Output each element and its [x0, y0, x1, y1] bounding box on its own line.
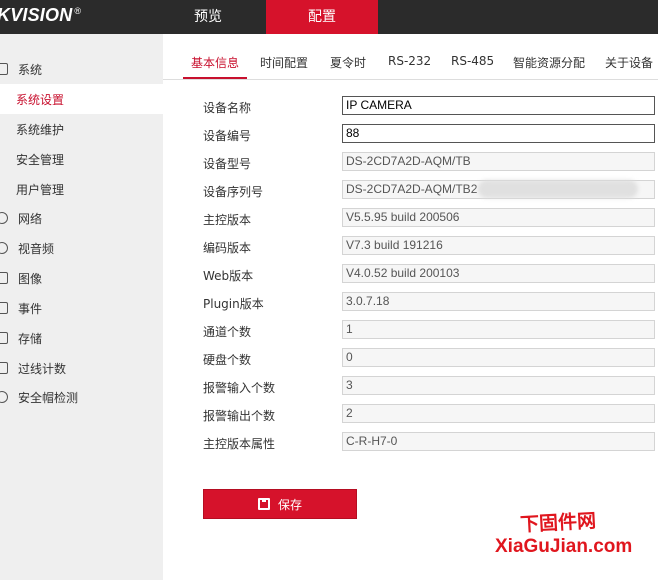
field-label: 硬盘个数	[203, 353, 252, 367]
storage-icon	[0, 332, 8, 344]
sidebar-item-label: 网络	[18, 211, 43, 226]
sidebar-item-line-count[interactable]: 过线计数	[0, 353, 163, 383]
watermark-url: XiaGuJian.com	[495, 536, 633, 557]
field-label: 通道个数	[203, 325, 252, 339]
serial-redaction-blur	[478, 180, 638, 198]
device-number-input[interactable]: 88	[342, 124, 655, 143]
nav-tab-config[interactable]: 配置	[266, 0, 378, 34]
nav-tab-preview[interactable]: 预览	[152, 0, 264, 34]
alarm-output-count-field: 2	[342, 404, 655, 423]
sidebar: 系统 系统设置 系统维护 安全管理 用户管理 网络 视音频 图像 事件 存储 过…	[0, 34, 163, 580]
field-label: Web版本	[203, 269, 254, 283]
sidebar-item-label: 系统	[18, 62, 43, 77]
settings-tabs: 基本信息 时间配置 夏令时 RS-232 RS-485 智能资源分配 关于设备	[163, 34, 658, 80]
field-label: 编码版本	[203, 241, 252, 255]
field-label: 设备编号	[203, 129, 252, 143]
sidebar-item-security-management[interactable]: 安全管理	[0, 144, 163, 174]
system-icon	[0, 63, 8, 75]
audio-video-icon	[0, 242, 8, 254]
sidebar-item-label: 存储	[18, 331, 43, 346]
sidebar-item-storage[interactable]: 存储	[0, 323, 163, 353]
sidebar-item-user-management[interactable]: 用户管理	[0, 174, 163, 204]
sidebar-item-helmet-detection[interactable]: 安全帽检测	[0, 382, 163, 412]
sidebar-item-system-maintenance[interactable]: 系统维护	[0, 114, 163, 144]
event-icon	[0, 302, 8, 314]
watermark-title: 下固件网	[519, 510, 597, 536]
disk-count-field: 0	[342, 348, 655, 367]
tab-smart-resource[interactable]: 智能资源分配	[513, 54, 585, 71]
save-button[interactable]: 保存	[203, 489, 357, 519]
device-name-input[interactable]: IP CAMERA	[342, 96, 655, 115]
field-label: 报警输出个数	[203, 409, 276, 423]
field-label: 设备序列号	[203, 185, 264, 199]
sidebar-item-image[interactable]: 图像	[0, 263, 163, 293]
field-label: Plugin版本	[203, 297, 264, 311]
alarm-input-count-field: 3	[342, 376, 655, 395]
sidebar-item-system-settings[interactable]: 系统设置	[0, 84, 163, 114]
tab-rs232[interactable]: RS-232	[388, 54, 431, 68]
sidebar-item-label: 事件	[18, 301, 43, 316]
tab-time-config[interactable]: 时间配置	[260, 54, 308, 71]
sidebar-item-label: 视音频	[18, 241, 55, 256]
field-label: 报警输入个数	[203, 381, 276, 395]
field-label: 设备名称	[203, 101, 252, 115]
helmet-detection-icon	[0, 391, 8, 403]
encoding-version-field: V7.3 build 191216	[342, 236, 655, 255]
device-model-field: DS-2CD7A2D-AQM/TB	[342, 152, 655, 171]
tab-about-device[interactable]: 关于设备	[605, 54, 653, 71]
save-disk-icon	[257, 498, 270, 510]
channel-count-field: 1	[342, 320, 655, 339]
brand-logo: KVISION ®	[0, 5, 82, 25]
firmware-version-field: V5.5.95 build 200506	[342, 208, 655, 227]
sidebar-item-label: 过线计数	[18, 361, 67, 376]
tab-rs485[interactable]: RS-485	[451, 54, 494, 68]
line-count-icon	[0, 362, 8, 374]
sidebar-item-label: 系统维护	[16, 122, 65, 137]
network-icon	[0, 212, 8, 224]
sidebar-item-label: 图像	[18, 271, 43, 286]
sidebar-item-audio-video[interactable]: 视音频	[0, 233, 163, 263]
field-label: 主控版本属性	[203, 437, 276, 451]
sidebar-item-label: 用户管理	[16, 182, 65, 197]
tabs-divider	[163, 79, 658, 80]
firmware-attribute-field: C-R-H7-0	[342, 432, 655, 451]
top-bar: KVISION ® 预览 配置	[0, 0, 658, 34]
sidebar-item-event[interactable]: 事件	[0, 293, 163, 323]
sidebar-item-label: 安全管理	[16, 152, 65, 167]
sidebar-item-label: 安全帽检测	[18, 390, 79, 405]
tab-dst[interactable]: 夏令时	[330, 54, 366, 71]
image-icon	[0, 272, 8, 284]
plugin-version-field: 3.0.7.18	[342, 292, 655, 311]
sidebar-item-label: 系统设置	[16, 92, 65, 107]
save-button-label: 保存	[277, 497, 302, 512]
field-label: 设备型号	[203, 157, 252, 171]
tab-basic-info[interactable]: 基本信息	[191, 54, 239, 71]
web-version-field: V4.0.52 build 200103	[342, 264, 655, 283]
field-label: 主控版本	[203, 213, 252, 227]
sidebar-item-system[interactable]: 系统	[0, 54, 163, 84]
sidebar-item-network[interactable]: 网络	[0, 203, 163, 233]
